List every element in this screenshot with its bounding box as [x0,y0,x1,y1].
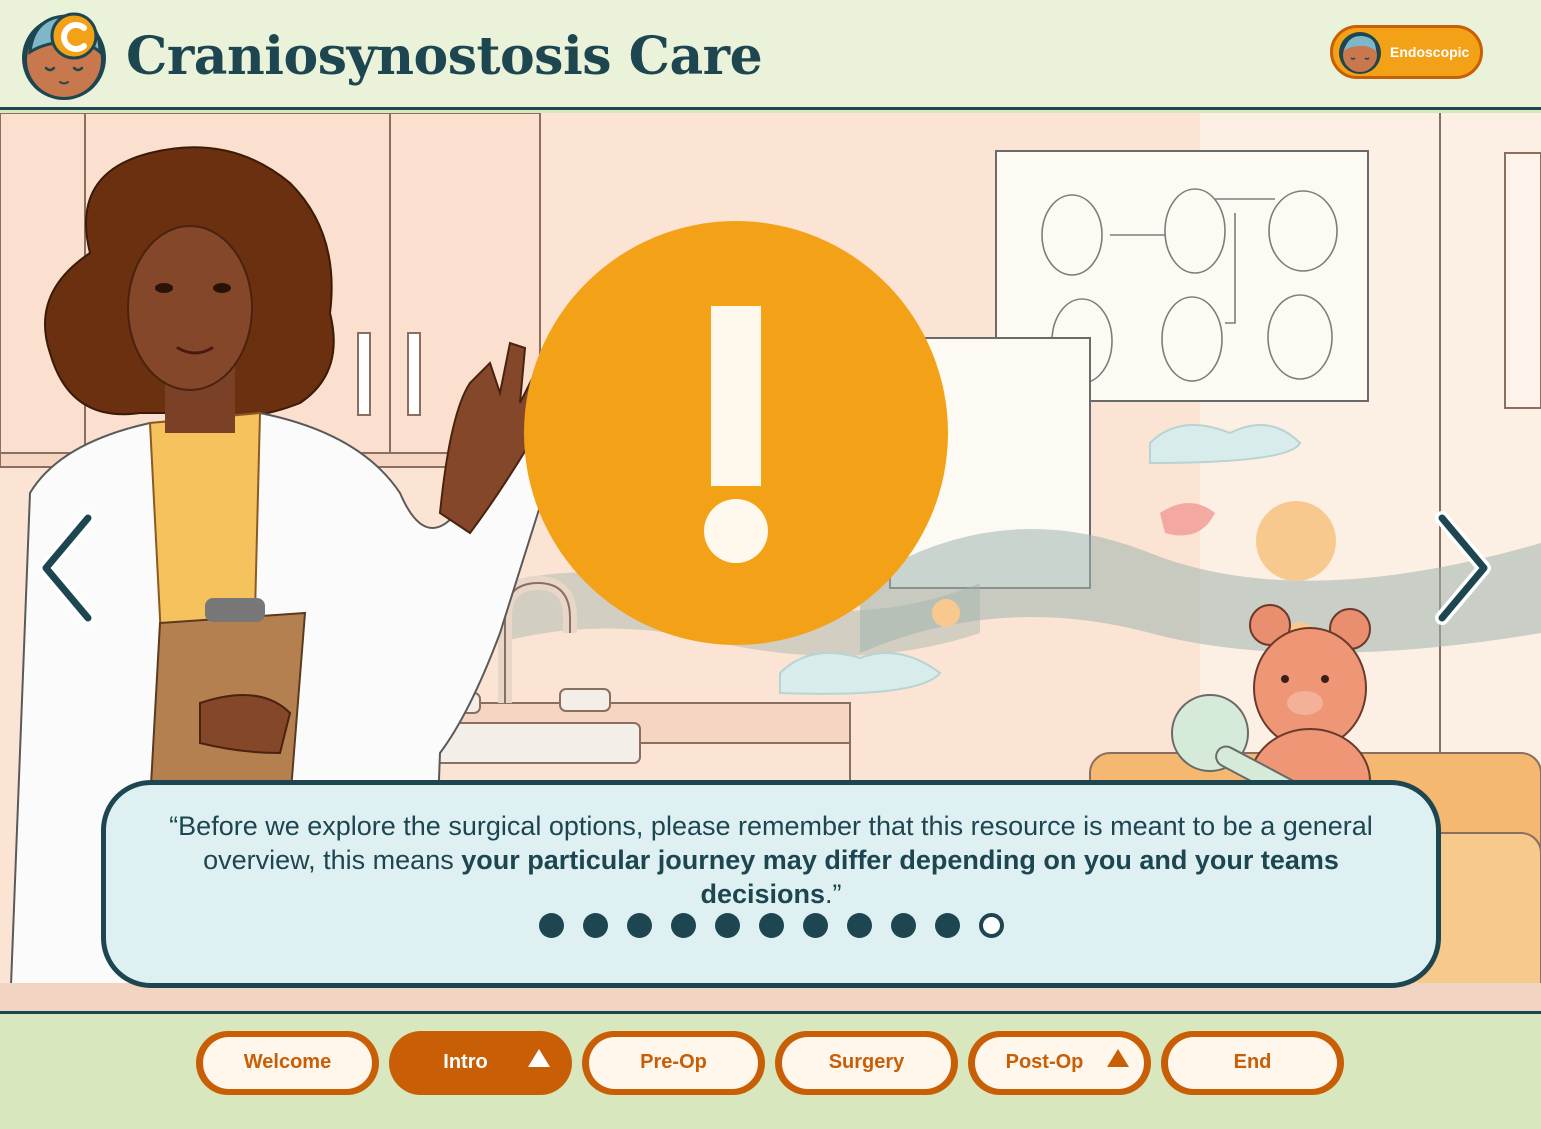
baby-avatar-icon [1339,32,1381,74]
progress-dots [106,913,1436,938]
progress-dot[interactable] [890,913,916,938]
tab-label: Surgery [828,1051,905,1073]
dialogue-quote: “Before we explore the surgical options,… [136,809,1406,911]
app-header: Craniosynostosis Care Endoscopic [0,0,1541,110]
endoscopic-toggle-button[interactable]: Endoscopic [1330,25,1483,79]
triangle-up-icon [528,1049,550,1067]
app-title: Craniosynostosis Care [126,26,763,87]
progress-dot[interactable] [934,913,960,938]
progress-dot[interactable] [714,913,740,938]
tab-label: Welcome [243,1051,332,1073]
tab-pre-op[interactable]: Pre-Op [582,1031,765,1095]
tab-welcome[interactable]: Welcome [196,1031,379,1095]
exclamation-icon [524,221,948,645]
progress-dot-current[interactable] [978,913,1004,938]
chevron-right-icon [1435,511,1491,625]
quote-emphasis: your particular journey may differ depen… [461,845,1339,909]
previous-slide-button[interactable] [34,508,98,628]
progress-dot[interactable] [626,913,652,938]
progress-dot[interactable] [758,913,784,938]
progress-dot[interactable] [670,913,696,938]
baby-logo-icon[interactable] [16,6,112,104]
chevron-left-icon [39,511,95,625]
progress-dot[interactable] [538,913,564,938]
tab-intro[interactable]: Intro [389,1031,572,1095]
tab-post-op[interactable]: Post-Op [968,1031,1151,1095]
progress-dot[interactable] [846,913,872,938]
progress-dot[interactable] [582,913,608,938]
dialogue-box: “Before we explore the surgical options,… [101,780,1441,988]
progress-dot[interactable] [802,913,828,938]
next-slide-button[interactable] [1432,508,1496,628]
endoscopic-label: Endoscopic [1390,44,1470,60]
tab-end[interactable]: End [1161,1031,1344,1095]
tab-surgery[interactable]: Surgery [775,1031,958,1095]
section-nav: Welcome Intro Pre-Op Surgery Post-Op End [0,1011,1541,1129]
triangle-up-icon [1107,1049,1129,1067]
quote-text-end: .” [825,879,842,909]
tab-label: End [1233,1051,1272,1073]
tab-label: Pre-Op [640,1051,707,1073]
